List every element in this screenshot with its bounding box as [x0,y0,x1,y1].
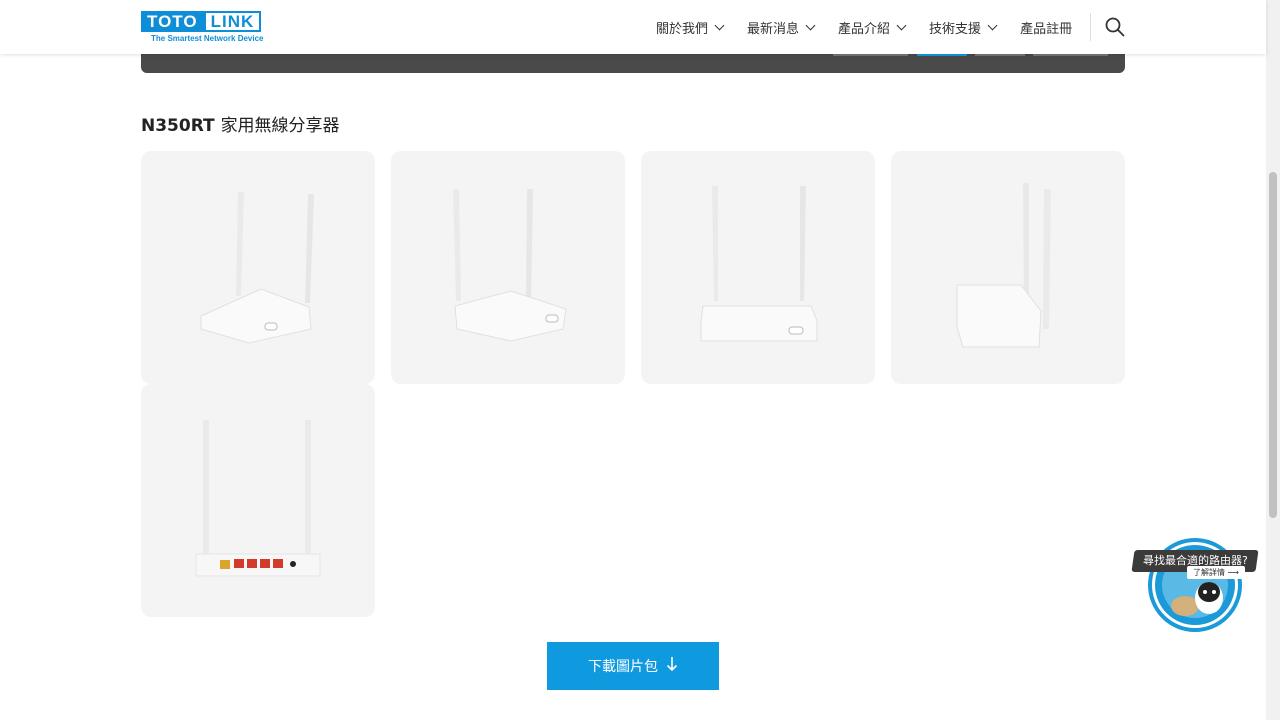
scrollbar-thumb[interactable] [1269,172,1277,518]
nav-divider [1090,13,1091,41]
helper-learn-more[interactable]: 了解詳情 ⟶ [1187,566,1246,579]
nav-label: 最新消息 [747,21,800,37]
main-nav: 關於我們 最新消息 產品介紹 技術支援 產品註冊 [656,0,1096,54]
nav-item-products[interactable]: 產品介紹 [838,18,907,37]
nav-label: 技術支援 [929,21,982,37]
download-image-pack-button[interactable]: 下載圖片包 [547,642,719,690]
gallery-image-card[interactable] [641,151,875,384]
nav-item-about[interactable]: 關於我們 [656,18,725,37]
router-image [956,183,1051,348]
scrollbar[interactable] [1266,0,1280,720]
chevron-down-icon [714,20,725,30]
page: TOTO LINK The Smartest Network Device 關於… [0,0,1280,720]
arrow-down-icon [666,656,678,676]
logo-text-link: LINK [203,11,262,32]
router-finder-widget[interactable]: 尋找最合適的路由器? 了解詳情 ⟶ [1131,536,1259,636]
banner-tab[interactable] [833,54,908,56]
nav-label: 產品註冊 [1020,21,1073,37]
site-header: TOTO LINK The Smartest Network Device 關於… [0,0,1266,54]
nav-label: 產品介紹 [838,21,891,37]
chevron-down-icon [805,20,816,30]
gallery-image-card[interactable] [391,151,625,384]
brand-logo[interactable]: TOTO LINK The Smartest Network Device [141,11,271,45]
nav-item-registration[interactable]: 產品註冊 [1020,18,1072,37]
title-description: 家用無線分享器 [220,116,340,136]
logo-tagline: The Smartest Network Device [151,34,264,43]
page-title: N350RT 家用無線分享器 [141,111,340,136]
nav-item-support[interactable]: 技術支援 [929,18,998,37]
router-image [700,186,818,342]
chevron-down-icon [987,20,998,30]
gallery-image-card[interactable] [891,151,1125,384]
banner-tab-active[interactable] [917,54,967,56]
chevron-down-icon [896,20,907,30]
banner-tab[interactable] [975,54,1025,56]
banner-tab[interactable] [1033,54,1108,56]
router-image [200,192,314,344]
gallery-image-card[interactable] [141,384,375,617]
download-label: 下載圖片包 [588,659,658,675]
nav-item-news[interactable]: 最新消息 [747,18,816,37]
title-model: N350RT [141,116,215,136]
router-image [453,189,567,342]
nav-label: 關於我們 [656,21,709,37]
router-image [195,420,321,577]
search-icon[interactable] [1105,17,1125,37]
logo-text-toto: TOTO [141,11,204,32]
gallery-image-card[interactable] [141,151,375,384]
